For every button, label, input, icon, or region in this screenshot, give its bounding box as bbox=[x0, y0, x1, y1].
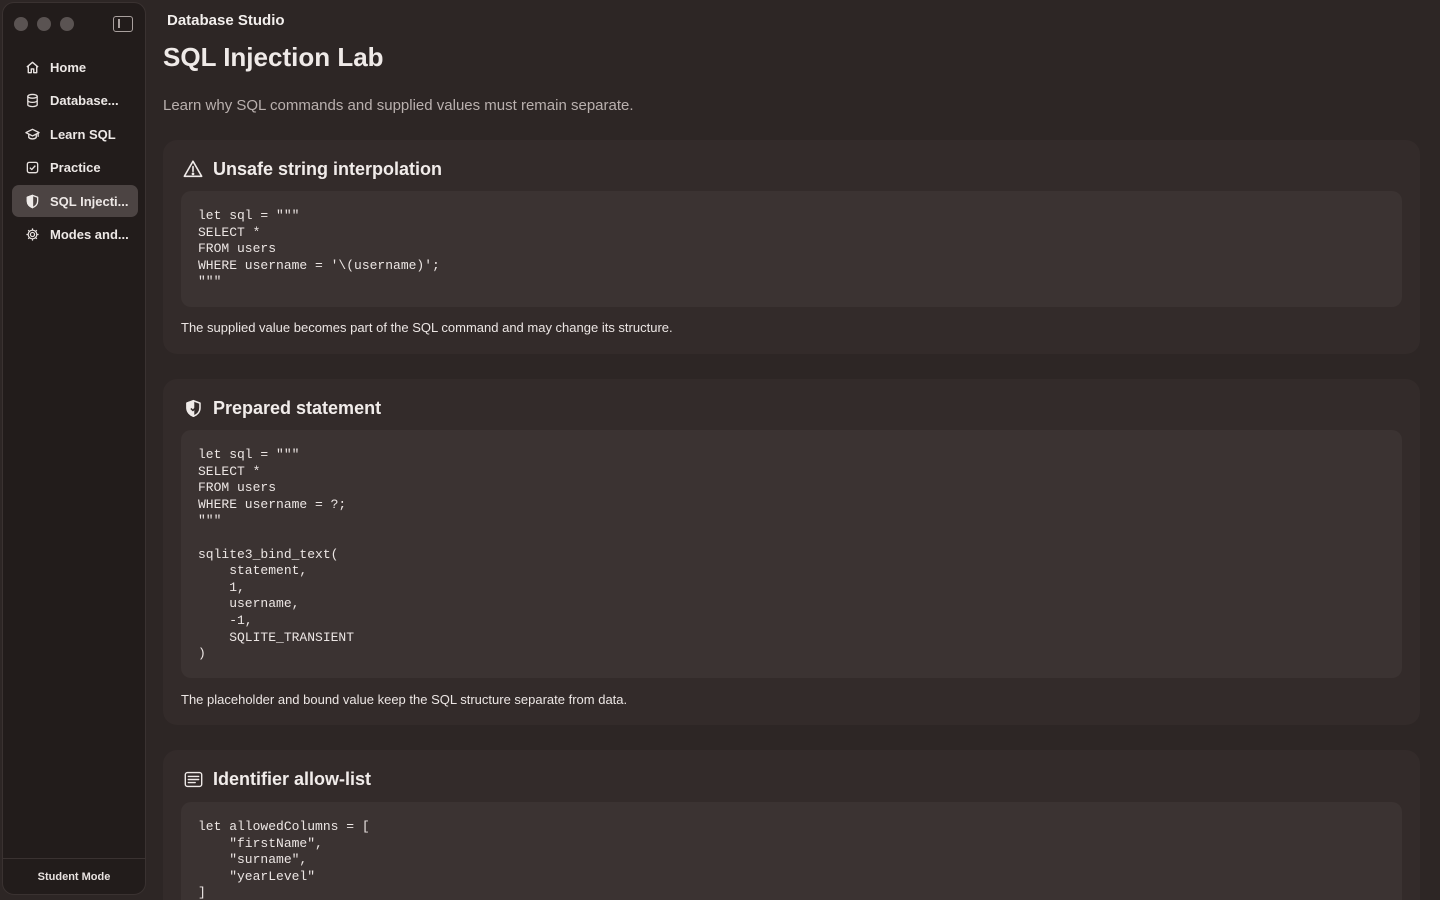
card-title: Prepared statement bbox=[213, 397, 382, 418]
card-prepared-statement: Prepared statement let sql = """ SELECT … bbox=[163, 379, 1420, 725]
sidebar-item-sql-injection[interactable]: SQL Injecti... bbox=[12, 185, 138, 217]
sidebar-item-label: SQL Injecti... bbox=[50, 193, 129, 209]
close-window-button[interactable] bbox=[14, 17, 28, 31]
checkbox-icon bbox=[24, 160, 40, 176]
minimize-window-button[interactable] bbox=[37, 17, 51, 31]
card-header: Identifier allow-list bbox=[182, 768, 371, 790]
sidebar-nav: Home Database... Learn SQL Practice SQL … bbox=[12, 51, 138, 252]
sidebar-toggle-icon[interactable] bbox=[113, 16, 133, 32]
code-block: let sql = """ SELECT * FROM users WHERE … bbox=[181, 191, 1402, 307]
gear-icon bbox=[24, 227, 40, 243]
sidebar-item-label: Database... bbox=[50, 93, 119, 108]
card-header: Prepared statement bbox=[182, 397, 381, 419]
card-title: Identifier allow-list bbox=[213, 768, 372, 789]
zoom-window-button[interactable] bbox=[60, 17, 74, 31]
sidebar-item-database[interactable]: Database... bbox=[12, 85, 138, 117]
card-identifier-allow-list: Identifier allow-list let allowedColumns… bbox=[163, 750, 1420, 900]
code-block: let allowedColumns = [ "firstName", "sur… bbox=[181, 802, 1402, 900]
sidebar: Home Database... Learn SQL Practice SQL … bbox=[2, 2, 146, 895]
sidebar-item-practice[interactable]: Practice bbox=[12, 152, 138, 184]
sidebar-item-home[interactable]: Home bbox=[12, 51, 138, 83]
warning-triangle-icon bbox=[182, 158, 204, 180]
card-unsafe-interpolation: Unsafe string interpolation let sql = ""… bbox=[163, 140, 1420, 354]
sidebar-item-learn-sql[interactable]: Learn SQL bbox=[12, 118, 138, 150]
app-title: Database Studio bbox=[167, 12, 285, 29]
code-block: let sql = """ SELECT * FROM users WHERE … bbox=[181, 430, 1402, 678]
graduation-cap-icon bbox=[24, 126, 40, 142]
sidebar-item-label: Practice bbox=[50, 160, 101, 175]
window-controls bbox=[14, 17, 74, 31]
card-title: Unsafe string interpolation bbox=[213, 158, 443, 179]
shield-icon bbox=[24, 193, 40, 209]
main-content: Database Studio SQL Injection Lab Learn … bbox=[146, 0, 1440, 900]
card-caption: The placeholder and bound value keep the… bbox=[181, 692, 628, 707]
mode-indicator[interactable]: Student Mode bbox=[3, 858, 145, 894]
sidebar-item-modes[interactable]: Modes and... bbox=[12, 219, 138, 251]
database-icon bbox=[24, 93, 40, 109]
page-title: SQL Injection Lab bbox=[163, 42, 384, 72]
shield-check-icon bbox=[182, 397, 204, 419]
app-window: Home Database... Learn SQL Practice SQL … bbox=[0, 0, 1440, 900]
list-icon bbox=[182, 768, 204, 790]
sidebar-item-label: Home bbox=[50, 59, 87, 75]
house-icon bbox=[24, 59, 40, 75]
sidebar-item-label: Modes and... bbox=[50, 227, 129, 242]
card-header: Unsafe string interpolation bbox=[182, 158, 442, 180]
sidebar-item-label: Learn SQL bbox=[50, 126, 116, 142]
page-subtitle: Learn why SQL commands and supplied valu… bbox=[163, 97, 634, 114]
card-caption: The supplied value becomes part of the S… bbox=[181, 320, 673, 335]
